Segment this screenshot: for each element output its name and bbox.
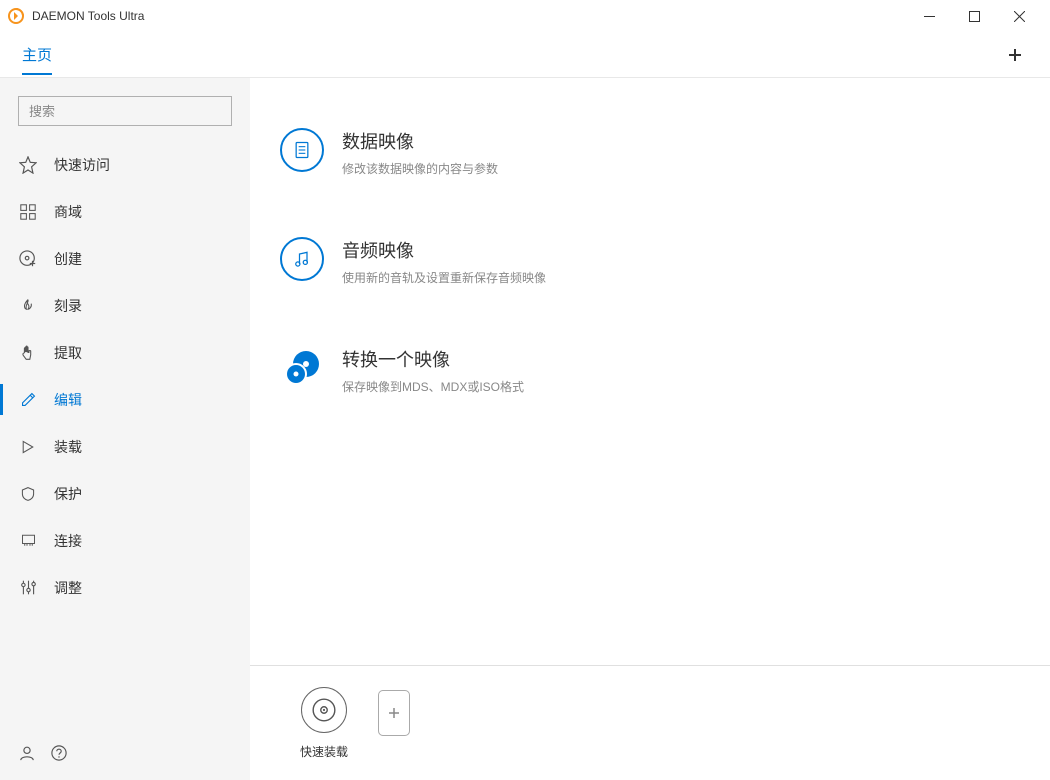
play-icon [18, 437, 38, 457]
sidebar-item-create[interactable]: 创建 [0, 235, 250, 282]
add-tab-button[interactable] [1006, 46, 1024, 64]
card-desc: 使用新的音轨及设置重新保存音频映像 [342, 269, 546, 286]
card-convert-image[interactable]: 转换一个映像 保存映像到MDS、MDX或ISO格式 [280, 336, 660, 405]
hand-icon [18, 343, 38, 363]
app-logo-icon [8, 8, 24, 24]
add-device-button[interactable] [378, 690, 410, 736]
card-data-image[interactable]: 数据映像 修改该数据映像的内容与参数 [280, 118, 660, 187]
search-box [18, 96, 232, 126]
card-title: 数据映像 [342, 128, 498, 154]
sidebar-item-label: 编辑 [54, 390, 82, 410]
music-note-icon [280, 237, 324, 281]
main-panel: 数据映像 修改该数据映像的内容与参数 音频映像 使用新的音轨及设置重新保存音频映… [250, 78, 1050, 780]
header: 主页 [0, 32, 1050, 78]
sidebar-footer [18, 744, 68, 762]
document-icon [280, 128, 324, 172]
sidebar: 快速访问 商域 创建 刻录 提取 编辑 装载 保护 [0, 78, 250, 780]
sidebar-item-label: 调整 [54, 578, 82, 598]
sidebar-item-label: 装载 [54, 437, 82, 457]
minimize-button[interactable] [907, 0, 952, 32]
bottom-bar: 快速装载 [250, 665, 1050, 780]
user-icon[interactable] [18, 744, 36, 762]
sidebar-item-grab[interactable]: 提取 [0, 329, 250, 376]
sidebar-item-mount[interactable]: 装载 [0, 423, 250, 470]
sidebar-item-quick-access[interactable]: 快速访问 [0, 141, 250, 188]
card-desc: 修改该数据映像的内容与参数 [342, 160, 498, 177]
titlebar: DAEMON Tools Ultra [0, 0, 1050, 32]
main-content: 数据映像 修改该数据映像的内容与参数 音频映像 使用新的音轨及设置重新保存音频映… [250, 78, 1050, 665]
sidebar-item-label: 刻录 [54, 296, 82, 316]
discs-icon [280, 346, 324, 390]
sidebar-item-tweak[interactable]: 调整 [0, 564, 250, 611]
sidebar-item-label: 创建 [54, 249, 82, 269]
star-icon [18, 155, 38, 175]
card-title: 音频映像 [342, 237, 546, 263]
search-input[interactable] [18, 96, 232, 126]
sidebar-item-label: 连接 [54, 531, 82, 551]
ethernet-icon [18, 531, 38, 551]
window-title: DAEMON Tools Ultra [32, 9, 907, 23]
shield-icon [18, 484, 38, 504]
sidebar-item-burn[interactable]: 刻录 [0, 282, 250, 329]
window-controls [907, 0, 1042, 32]
sidebar-item-store[interactable]: 商域 [0, 188, 250, 235]
card-title: 转换一个映像 [342, 346, 524, 372]
card-audio-image[interactable]: 音频映像 使用新的音轨及设置重新保存音频映像 [280, 227, 660, 296]
disc-plus-icon [18, 249, 38, 269]
card-desc: 保存映像到MDS、MDX或ISO格式 [342, 378, 524, 395]
sidebar-item-label: 保护 [54, 484, 82, 504]
tab-home[interactable]: 主页 [22, 44, 52, 75]
flame-icon [18, 296, 38, 316]
help-icon[interactable] [50, 744, 68, 762]
disc-icon [301, 687, 347, 733]
close-window-button[interactable] [997, 0, 1042, 32]
quick-mount-label: 快速装载 [300, 743, 348, 760]
sliders-icon [18, 578, 38, 598]
sidebar-item-protect[interactable]: 保护 [0, 470, 250, 517]
sidebar-item-connect[interactable]: 连接 [0, 517, 250, 564]
pencil-icon [18, 390, 38, 410]
sidebar-item-label: 提取 [54, 343, 82, 363]
sidebar-item-label: 商域 [54, 202, 82, 222]
grid-icon [18, 202, 38, 222]
sidebar-item-label: 快速访问 [54, 155, 110, 175]
quick-mount-button[interactable]: 快速装载 [300, 687, 348, 760]
sidebar-item-edit[interactable]: 编辑 [0, 376, 250, 423]
maximize-button[interactable] [952, 0, 997, 32]
